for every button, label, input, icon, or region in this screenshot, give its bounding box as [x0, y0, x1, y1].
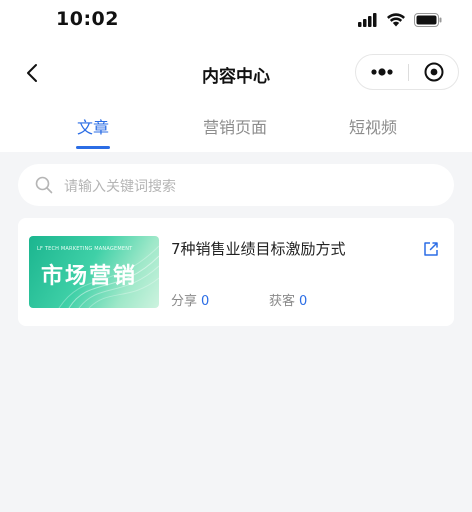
search-input[interactable]: 请输入关键词搜索: [18, 164, 454, 206]
lead-label: 获客: [269, 294, 296, 309]
more-button[interactable]: [356, 55, 408, 89]
search-icon: [35, 176, 53, 194]
battery-icon: [414, 12, 442, 27]
thumbnail-title: 市场营销: [41, 264, 138, 289]
active-tab-indicator: [76, 146, 110, 149]
status-icons: [358, 12, 442, 27]
lead-count: 0: [299, 294, 308, 309]
more-dots-icon: [371, 68, 393, 76]
wifi-icon: [387, 13, 405, 27]
tab-short-videos[interactable]: 短视频: [313, 114, 433, 138]
thumbnail-caption: LF TECH MARKETING MANAGEMENT: [37, 246, 133, 252]
search-placeholder: 请输入关键词搜索: [64, 179, 176, 195]
share-label: 分享: [171, 294, 198, 309]
share-button[interactable]: [422, 240, 440, 258]
lead-stat: 获客 0: [269, 290, 307, 309]
article-card[interactable]: LF TECH MARKETING MANAGEMENT 市场营销 7种销售业绩…: [18, 218, 454, 326]
tab-bar: 文章 营销页面 短视频: [0, 106, 472, 152]
content-area: 请输入关键词搜索 LF TECH MARKETING MANAGEMENT 市场…: [0, 152, 472, 512]
share-count: 0: [201, 294, 210, 309]
tab-marketing-pages[interactable]: 营销页面: [175, 114, 295, 138]
signal-icon: [358, 12, 377, 27]
status-bar: 10:02: [0, 0, 472, 44]
share-stat: 分享 0: [171, 290, 209, 309]
nav-bar: 内容中心: [0, 48, 472, 98]
status-time: 10:02: [56, 8, 119, 30]
tab-articles[interactable]: 文章: [33, 114, 153, 138]
share-icon: [424, 242, 438, 256]
article-title: 7种销售业绩目标激励方式: [171, 240, 346, 258]
target-circle-icon: [424, 62, 444, 82]
article-thumbnail: LF TECH MARKETING MANAGEMENT 市场营销: [29, 236, 159, 308]
close-button[interactable]: [409, 55, 459, 89]
miniprogram-capsule: [355, 54, 459, 90]
